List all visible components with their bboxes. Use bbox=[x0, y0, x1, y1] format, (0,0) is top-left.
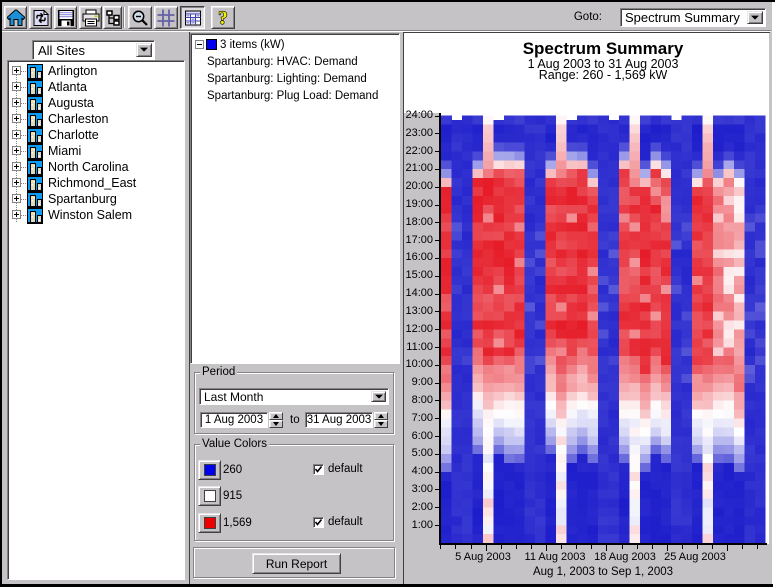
svg-text:?: ? bbox=[218, 9, 228, 27]
